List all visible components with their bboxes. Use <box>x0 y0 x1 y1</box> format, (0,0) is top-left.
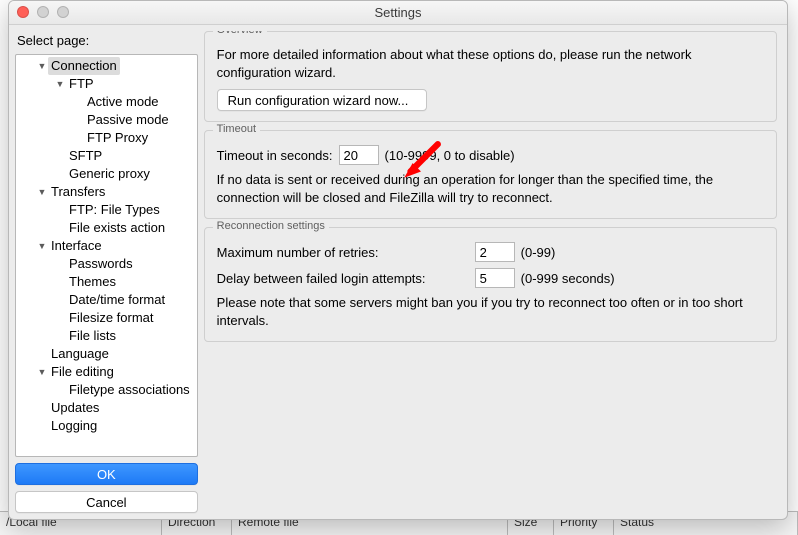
sidebar-item-label: File editing <box>48 363 117 381</box>
close-icon[interactable] <box>17 6 29 18</box>
window-controls <box>17 6 69 18</box>
titlebar[interactable]: Settings <box>9 1 787 25</box>
sidebar-item-label: FTP Proxy <box>84 129 151 147</box>
overview-group: Overview For more detailed information a… <box>204 31 777 122</box>
sidebar-item-file-editing[interactable]: ▼File editing <box>18 363 197 381</box>
timeout-group: Timeout Timeout in seconds: (10-9999, 0 … <box>204 130 777 219</box>
minimize-icon <box>37 6 49 18</box>
sidebar-item-ftp[interactable]: ▼FTP <box>18 75 197 93</box>
reconnection-note: Please note that some servers might ban … <box>217 294 764 329</box>
select-page-label: Select page: <box>15 31 198 48</box>
sidebar-item-label: Language <box>48 345 112 363</box>
sidebar: Select page: ▼Connection▼FTPActive modeP… <box>15 31 198 513</box>
timeout-desc: If no data is sent or received during an… <box>217 171 764 206</box>
ok-button[interactable]: OK <box>15 463 198 485</box>
sidebar-item-connection[interactable]: ▼Connection <box>18 57 197 75</box>
cancel-button[interactable]: Cancel <box>15 491 198 513</box>
overview-text: For more detailed information about what… <box>217 46 764 81</box>
delay-label: Delay between failed login attempts: <box>217 271 469 286</box>
timeout-input[interactable] <box>339 145 379 165</box>
sidebar-item-ftp-proxy[interactable]: FTP Proxy <box>18 129 197 147</box>
sidebar-item-label: Active mode <box>84 93 162 111</box>
sidebar-item-label: FTP: File Types <box>66 201 163 219</box>
sidebar-item-label: Filesize format <box>66 309 157 327</box>
timeout-label: Timeout in seconds: <box>217 148 333 163</box>
sidebar-item-file-exists[interactable]: File exists action <box>18 219 197 237</box>
sidebar-item-date-time[interactable]: Date/time format <box>18 291 197 309</box>
sidebar-item-filetype-assoc[interactable]: Filetype associations <box>18 381 197 399</box>
reconnection-title: Reconnection settings <box>213 220 329 232</box>
sidebar-item-label: File lists <box>66 327 119 345</box>
sidebar-item-label: Generic proxy <box>66 165 153 183</box>
sidebar-item-passwords[interactable]: Passwords <box>18 255 197 273</box>
retries-label: Maximum number of retries: <box>217 245 469 260</box>
sidebar-item-logging[interactable]: Logging <box>18 417 197 435</box>
retries-input[interactable] <box>475 242 515 262</box>
sidebar-item-label: Updates <box>48 399 102 417</box>
reconnection-group: Reconnection settings Maximum number of … <box>204 227 777 342</box>
sidebar-item-label: Connection <box>48 57 120 75</box>
sidebar-item-generic-proxy[interactable]: Generic proxy <box>18 165 197 183</box>
page-tree-container: ▼Connection▼FTPActive modePassive modeFT… <box>15 54 198 457</box>
sidebar-item-label: FTP <box>66 75 97 93</box>
chevron-down-icon[interactable]: ▼ <box>54 75 66 93</box>
sidebar-item-label: Passwords <box>66 255 136 273</box>
sidebar-item-language[interactable]: Language <box>18 345 197 363</box>
sidebar-item-label: Interface <box>48 237 105 255</box>
chevron-down-icon[interactable]: ▼ <box>36 363 48 381</box>
sidebar-item-themes[interactable]: Themes <box>18 273 197 291</box>
zoom-icon <box>57 6 69 18</box>
sidebar-item-label: Logging <box>48 417 100 435</box>
sidebar-item-label: Filetype associations <box>66 381 193 399</box>
window-title: Settings <box>375 5 422 20</box>
chevron-down-icon[interactable]: ▼ <box>36 237 48 255</box>
sidebar-item-file-lists[interactable]: File lists <box>18 327 197 345</box>
sidebar-item-label: Transfers <box>48 183 108 201</box>
timeout-title: Timeout <box>213 123 260 135</box>
sidebar-item-label: File exists action <box>66 219 168 237</box>
settings-dialog: Settings Select page: ▼Connection▼FTPAct… <box>8 0 788 520</box>
retries-hint: (0-99) <box>521 245 556 260</box>
run-wizard-button[interactable]: Run configuration wizard now... <box>217 89 427 111</box>
sidebar-item-ftp-file-types[interactable]: FTP: File Types <box>18 201 197 219</box>
sidebar-item-label: Themes <box>66 273 119 291</box>
settings-content: Overview For more detailed information a… <box>204 31 781 513</box>
sidebar-item-label: Passive mode <box>84 111 172 129</box>
chevron-down-icon[interactable]: ▼ <box>36 57 48 75</box>
sidebar-item-interface[interactable]: ▼Interface <box>18 237 197 255</box>
sidebar-item-updates[interactable]: Updates <box>18 399 197 417</box>
delay-hint: (0-999 seconds) <box>521 271 615 286</box>
page-tree[interactable]: ▼Connection▼FTPActive modePassive modeFT… <box>16 55 197 456</box>
delay-input[interactable] <box>475 268 515 288</box>
chevron-down-icon[interactable]: ▼ <box>36 183 48 201</box>
sidebar-item-passive-mode[interactable]: Passive mode <box>18 111 197 129</box>
timeout-hint: (10-9999, 0 to disable) <box>385 148 515 163</box>
sidebar-item-transfers[interactable]: ▼Transfers <box>18 183 197 201</box>
sidebar-item-filesize[interactable]: Filesize format <box>18 309 197 327</box>
sidebar-item-label: Date/time format <box>66 291 168 309</box>
sidebar-item-sftp[interactable]: SFTP <box>18 147 197 165</box>
overview-title: Overview <box>213 31 267 36</box>
sidebar-item-label: SFTP <box>66 147 105 165</box>
sidebar-item-active-mode[interactable]: Active mode <box>18 93 197 111</box>
